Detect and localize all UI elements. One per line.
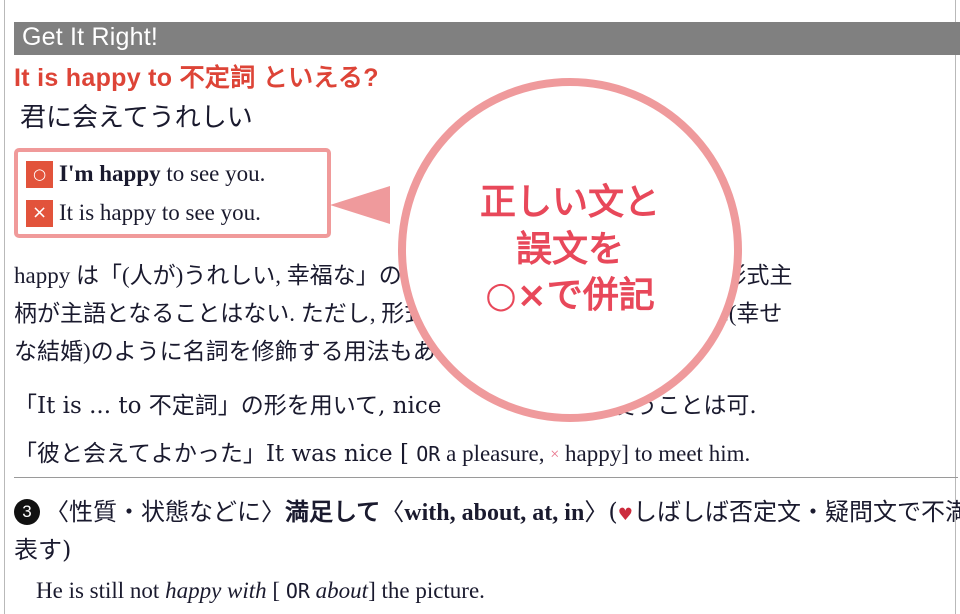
page-left-border — [4, 0, 5, 614]
example-rest-incorrect: It is happy to see you. — [59, 200, 261, 225]
example-sentence-mid: [ — [266, 578, 286, 603]
sense-note-open: ( — [608, 498, 618, 526]
example-row-correct: ○ I'm happy to see you. — [26, 157, 265, 191]
cross-ng-icon: × — [26, 199, 53, 227]
bubble-line-1: 正しい文と — [479, 181, 660, 223]
sense-prepositions: with, about, at, in — [404, 500, 585, 526]
example-sentence-italic-1: happy with — [165, 578, 267, 603]
bubble-line-3: ○×で併記 — [485, 275, 655, 317]
sense-head-jp: 〈性質・状態などに〉 — [45, 498, 285, 526]
heart-icon: ♥ — [617, 505, 633, 525]
sense-number-badge: 3 — [14, 499, 40, 525]
example-sentence-italic-2: about — [315, 578, 369, 603]
example-bold-correct: I'm happy — [59, 161, 161, 186]
sense-head-jp-bold: 満足して — [285, 497, 381, 526]
example-sentence-post: ] the picture. — [368, 578, 485, 603]
note-line-1-pre: 「It is ... to 不定詞」の形を用いて, nice — [14, 393, 442, 419]
speech-bubble: 正しい文と 誤文を ○×で併記 — [398, 78, 742, 422]
note-line-2-mid: a pleasure, — [440, 441, 551, 466]
body-line-3: な結婚)のように名詞を修飾する用法もある. — [14, 339, 465, 364]
example-text-correct: I'm happy to see you. — [59, 161, 265, 187]
or-keyword-1: OR — [416, 442, 441, 466]
note-line-2-post: happy] to meet him. — [559, 441, 751, 466]
speech-bubble-tail — [330, 186, 390, 224]
section-header-label: Get It Right! — [22, 23, 158, 51]
circle-ok-icon: ○ — [26, 160, 53, 188]
or-keyword-2: OR — [285, 579, 310, 603]
note-line-2: 「彼と会えてよかった」It was nice [ OR a pleasure, … — [14, 434, 750, 468]
section-header-bar: Get It Right! — [14, 22, 960, 55]
sense-entry-3: 3 〈性質・状態などに〉満足して〈with, about, at, in〉(♥しば… — [14, 492, 960, 527]
page-title: It is happy to 不定詞 といえる? — [14, 64, 379, 92]
example-row-incorrect: × It is happy to see you. — [26, 196, 261, 230]
example-sentence-pre: He is still not — [36, 578, 166, 603]
example-rest-correct: to see you. — [160, 161, 266, 186]
example-text-incorrect: It is happy to see you. — [59, 200, 261, 226]
example-sentence: He is still not happy with [ OR about] t… — [36, 578, 485, 604]
sense-entry-3-continuation: 表す) — [14, 536, 72, 564]
sense-note-jp: しばしば否定文・疑問文で不満を — [632, 498, 960, 526]
example-box: ○ I'm happy to see you. × It is happy to… — [14, 148, 331, 238]
japanese-gloss: 君に会えてうれしい — [20, 103, 253, 133]
cross-mark-icon: × — [550, 446, 560, 463]
sense-bracket-open: 〈 — [380, 498, 405, 526]
bubble-line-2: 誤文を — [515, 228, 624, 270]
dictionary-page: Get It Right! It is happy to 不定詞 といえる? 君… — [0, 0, 960, 614]
note-line-2-pre: 「彼と会えてよかった」It was nice [ — [14, 441, 417, 467]
section-divider — [14, 477, 958, 478]
sense-bracket-close: 〉 — [584, 498, 609, 526]
